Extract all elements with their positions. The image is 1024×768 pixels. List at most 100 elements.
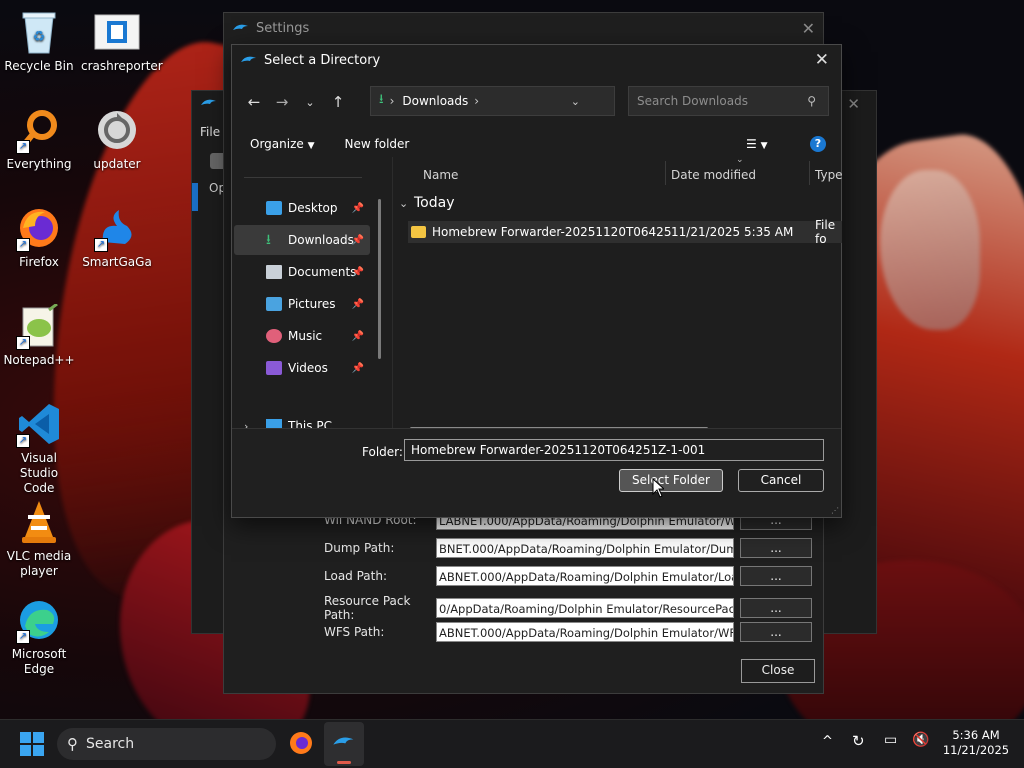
desktop-folder-icon	[266, 201, 282, 215]
desktop-icon-updater[interactable]: updater	[81, 106, 153, 172]
taskbar-dolphin-app[interactable]	[324, 722, 364, 766]
resource-pack-path-field[interactable]: 0/AppData/Roaming/Dolphin Emulator/Resou…	[436, 598, 734, 618]
dialog-footer: Folder: Homebrew Forwarder-20251120T0642…	[232, 428, 841, 517]
settings-close-label-button[interactable]: Close	[741, 659, 815, 683]
view-options-icon[interactable]: ☰ ▼	[746, 137, 768, 151]
mouse-cursor-icon	[652, 478, 664, 498]
cancel-button[interactable]: Cancel	[738, 469, 824, 492]
browse-load-button[interactable]: ...	[740, 566, 812, 586]
new-folder-button[interactable]: New folder	[345, 137, 410, 151]
videos-folder-icon	[266, 361, 282, 375]
nav-item-videos[interactable]: Videos 📌	[234, 353, 370, 383]
nav-scrollbar[interactable]	[378, 199, 381, 359]
wfs-path-field[interactable]: ABNET.000/AppData/Roaming/Dolphin Emulat…	[436, 622, 734, 642]
pin-icon: 📌	[351, 266, 364, 278]
path-label: Load Path:	[324, 569, 388, 583]
file-list-pane: Name Date modified ⌄ Type ⌄ Today	[392, 155, 843, 439]
path-row-wfs: WFS Path: ABNET.000/AppData/Roaming/Dolp…	[324, 622, 812, 642]
search-downloads-input[interactable]: Search Downloads ⚲	[628, 86, 829, 116]
network-icon[interactable]: ▭	[884, 732, 897, 748]
path-row-resource-pack: Resource Pack Path: 0/AppData/Roaming/Do…	[324, 594, 812, 622]
navigation-bar: ← → ⌄ ↑ ⭳ › Downloads › ⌄ ↻ Search Downl…	[232, 85, 841, 119]
nav-item-documents[interactable]: Documents 📌	[234, 257, 370, 287]
nav-item-downloads[interactable]: ⭳ Downloads 📌	[234, 225, 370, 255]
column-header-type[interactable]: Type	[815, 165, 843, 191]
pin-icon: 📌	[351, 202, 364, 214]
up-arrow-icon[interactable]: ↑	[324, 93, 352, 111]
forward-arrow-icon[interactable]: →	[268, 93, 296, 111]
browse-wfs-button[interactable]: ...	[740, 622, 812, 642]
path-label: WFS Path:	[324, 625, 385, 639]
taskbar-firefox-icon[interactable]	[289, 731, 313, 755]
group-header-today[interactable]: Today	[414, 195, 455, 211]
file-type: File fo	[815, 218, 836, 246]
nav-item-desktop[interactable]: Desktop 📌	[234, 193, 370, 223]
desktop-icon-firefox[interactable]: ↗ Firefox	[3, 204, 75, 270]
pin-icon: 📌	[351, 362, 364, 374]
sort-chevron-icon: ⌄	[736, 155, 744, 165]
group-collapse-chevron-icon[interactable]: ⌄	[399, 197, 408, 210]
resize-grip-icon[interactable]: ⋰	[831, 506, 839, 515]
desktop-icon-vscode[interactable]: ↗ Visual Studio Code	[3, 400, 75, 496]
file-row-homebrew-forwarder[interactable]: Homebrew Forwarder-20251120T064251... 11…	[408, 218, 842, 246]
breadcrumb-chevron-icon: ›	[389, 94, 395, 108]
desktop-icon-vlc[interactable]: VLC media player	[3, 498, 75, 579]
desktop-icon-edge[interactable]: ↗ Microsoft Edge	[3, 596, 75, 677]
back-arrow-icon[interactable]: ←	[240, 93, 268, 111]
taskbar-search-box[interactable]: ⚲ Search	[57, 728, 276, 760]
nav-item-pictures[interactable]: Pictures 📌	[234, 289, 370, 319]
nav-item-music[interactable]: Music 📌	[234, 321, 370, 351]
windows-start-icon[interactable]	[20, 732, 44, 756]
command-bar: Organize ▼ New folder ☰ ▼ ?	[232, 131, 841, 157]
desktop-icon-crashreporter[interactable]: crashreporter	[81, 8, 163, 74]
load-path-field[interactable]: ABNET.000/AppData/Roaming/Dolphin Emulat…	[436, 566, 734, 586]
active-app-indicator	[337, 761, 351, 764]
path-row-load: Load Path: ABNET.000/AppData/Roaming/Dol…	[324, 566, 812, 586]
nav-divider	[244, 177, 362, 178]
clock[interactable]: 5:36 AM 11/21/2025	[936, 728, 1016, 758]
dialog-titlebar: Select a Directory ✕	[232, 45, 841, 75]
desktop-icon-everything[interactable]: ↗ Everything	[3, 106, 75, 172]
documents-folder-icon	[266, 265, 282, 279]
organize-menu[interactable]: Organize ▼	[250, 137, 315, 151]
volume-muted-icon[interactable]: 🔇	[912, 732, 929, 748]
column-header-date-modified[interactable]: Date modified	[671, 165, 756, 191]
breadcrumb-chevron-icon[interactable]: ›	[474, 94, 479, 108]
settings-title: Settings	[256, 20, 310, 36]
pictures-folder-icon	[266, 297, 282, 311]
dolphin-app-icon	[241, 56, 256, 62]
svg-text:♻: ♻	[33, 29, 46, 45]
address-bar[interactable]: ⭳ › Downloads › ⌄ ↻	[370, 86, 640, 116]
bg-window-close-icon[interactable]: ✕	[847, 95, 860, 113]
search-icon: ⚲	[807, 94, 816, 108]
browse-resource-pack-button[interactable]: ...	[740, 598, 812, 618]
dump-path-field[interactable]: BNET.000/AppData/Roaming/Dolphin Emulato…	[436, 538, 734, 558]
dolphin-app-icon	[201, 99, 216, 105]
breadcrumb-downloads[interactable]: Downloads	[402, 94, 468, 108]
select-folder-button[interactable]: Select Folder	[619, 469, 723, 492]
sync-icon[interactable]: ↻	[852, 732, 865, 750]
vscode-icon: ↗	[15, 400, 63, 448]
crashreporter-icon	[93, 8, 141, 56]
desktop-icon-recycle-bin[interactable]: ♻ Recycle Bin	[3, 8, 75, 74]
taskbar-search-label: Search	[86, 736, 135, 752]
file-date-modified: 11/21/2025 5:35 AM	[671, 225, 794, 239]
desktop-icon-notepadpp[interactable]: ↗ Notepad++	[3, 302, 75, 368]
search-icon: ⚲	[67, 735, 78, 753]
menu-file[interactable]: File	[200, 125, 220, 139]
settings-close-button[interactable]: ✕	[802, 19, 815, 38]
show-hidden-icons-chevron-icon[interactable]: ^	[822, 734, 833, 749]
dialog-close-icon[interactable]: ✕	[815, 50, 829, 70]
address-dropdown-icon[interactable]: ⌄	[571, 95, 580, 108]
downloads-folder-icon: ⭳	[266, 232, 271, 248]
folder-input[interactable]: Homebrew Forwarder-20251120T064251Z-1-00…	[404, 439, 824, 461]
navigation-pane: Desktop 📌 ⭳ Downloads 📌 Documents 📌 Picture…	[232, 177, 382, 439]
column-header-name[interactable]: Name	[423, 165, 458, 191]
smartgaga-icon: ↗	[93, 204, 141, 252]
dolphin-app-icon	[233, 24, 248, 30]
help-icon[interactable]: ?	[810, 136, 826, 152]
updater-icon	[93, 106, 141, 154]
desktop-icon-smartgaga[interactable]: ↗ SmartGaGa	[81, 204, 153, 270]
browse-dump-button[interactable]: ...	[740, 538, 812, 558]
recent-locations-chevron-icon[interactable]: ⌄	[296, 96, 324, 109]
